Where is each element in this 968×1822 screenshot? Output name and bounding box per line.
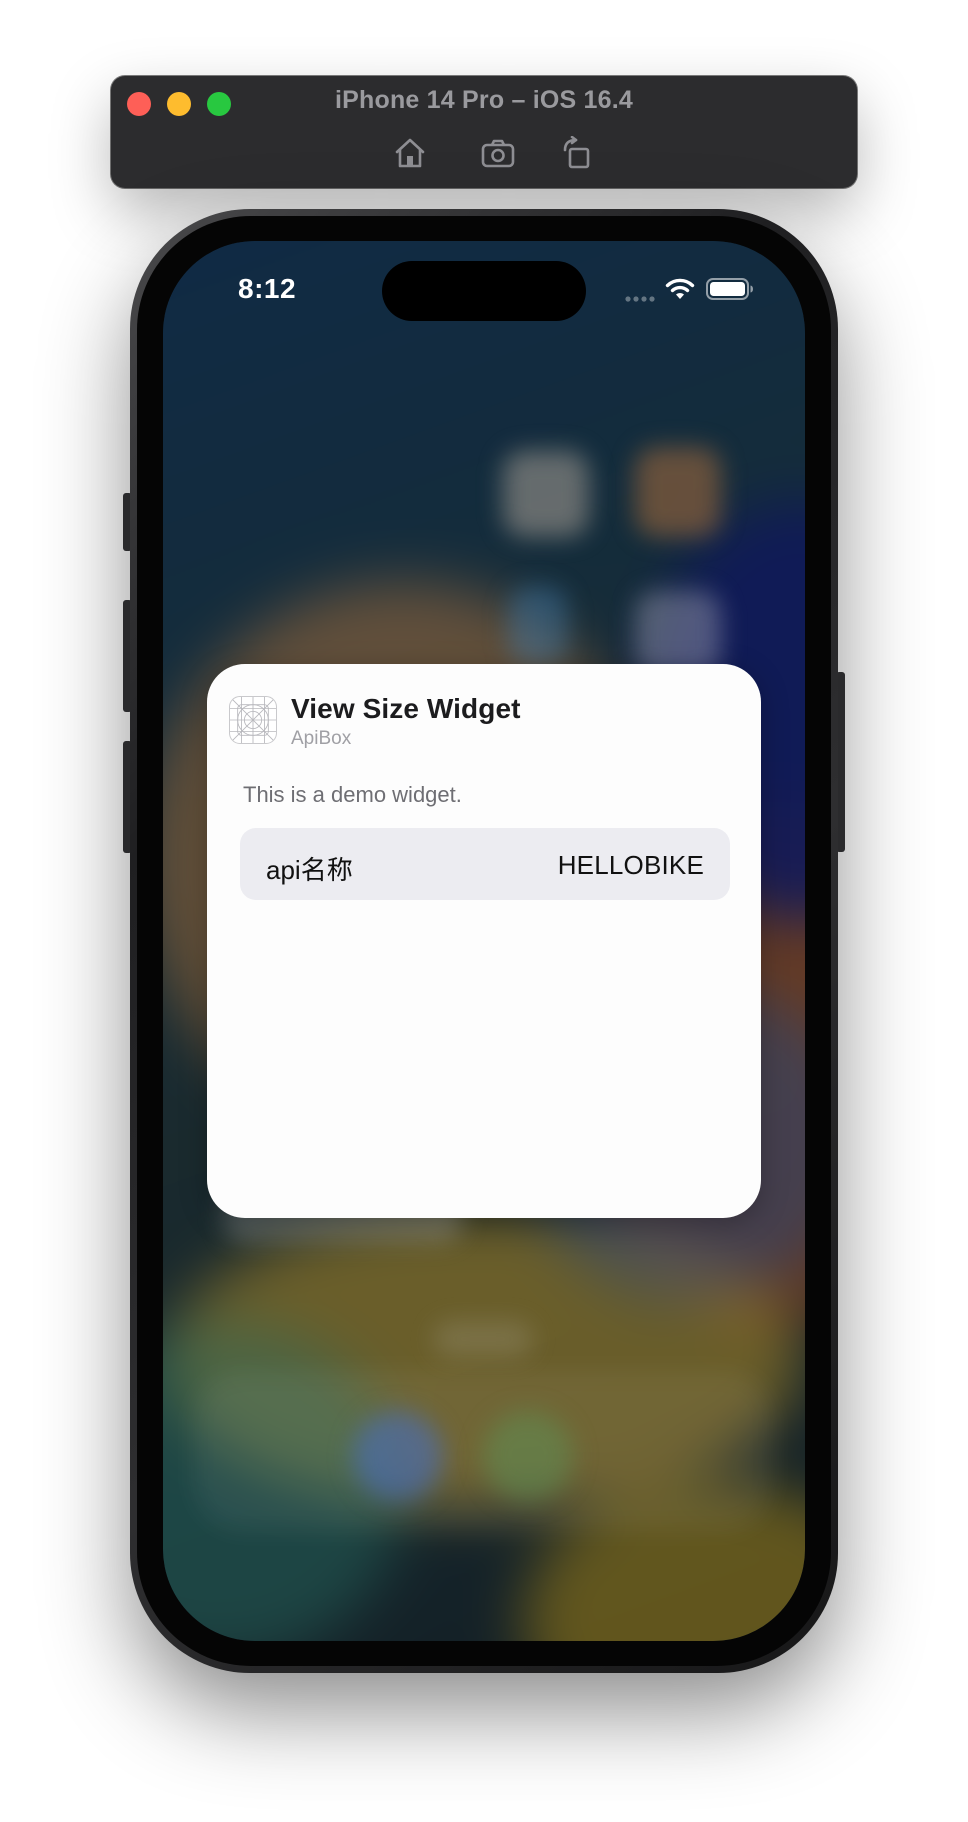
blurred-search-pill xyxy=(433,1321,533,1357)
widget-title: View Size Widget xyxy=(291,693,521,724)
blurred-app-icon xyxy=(508,586,568,666)
blurred-dock-icon xyxy=(483,1411,573,1501)
api-info-row[interactable]: api名称 HELLOBIKE xyxy=(240,828,730,900)
widget-app-name: ApiBox xyxy=(291,728,352,749)
dynamic-island xyxy=(382,261,586,321)
api-name-value: HELLOBIKE xyxy=(557,850,704,880)
screenshot-icon[interactable] xyxy=(480,136,516,170)
rotate-icon[interactable] xyxy=(559,135,595,170)
cellular-signal-icon xyxy=(624,290,656,302)
widget-card[interactable]: View Size Widget ApiBox This is a demo w… xyxy=(207,664,761,1218)
blurred-app-icon xyxy=(635,447,721,537)
battery-icon xyxy=(706,278,754,300)
widget-description: This is a demo widget. xyxy=(243,782,462,807)
status-time: 8:12 xyxy=(238,273,297,304)
window-title: iPhone 14 Pro – iOS 16.4 xyxy=(335,86,633,114)
blurred-app-icon xyxy=(503,451,589,537)
simulator-stage: iPhone 14 Pro – iOS 16.4 8:12 View Size … xyxy=(0,0,968,1822)
blurred-dock-icon xyxy=(353,1411,443,1501)
app-icon-placeholder xyxy=(229,696,277,744)
home-icon[interactable] xyxy=(392,136,428,170)
wifi-icon xyxy=(664,277,696,301)
api-name-label: api名称 xyxy=(266,855,353,885)
